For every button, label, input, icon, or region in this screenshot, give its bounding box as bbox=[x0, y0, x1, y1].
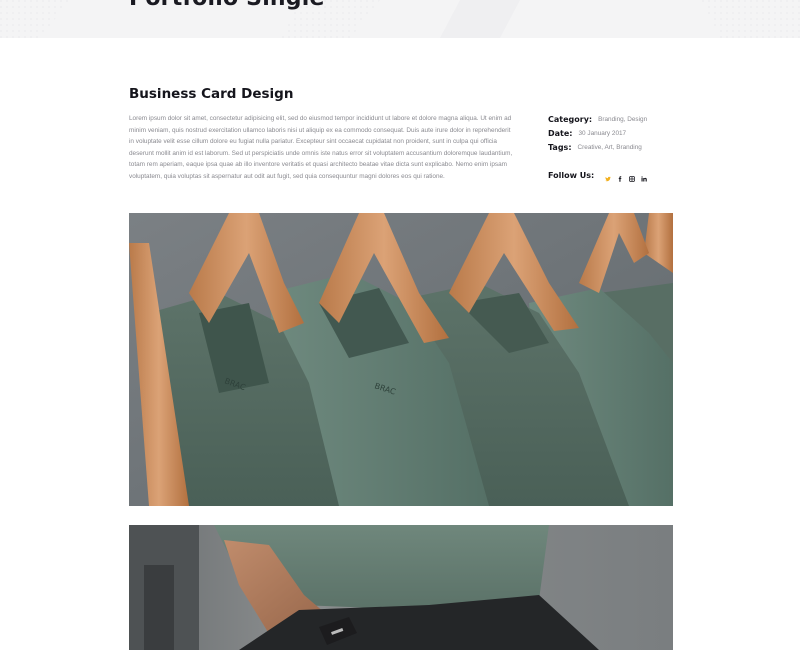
project-meta: Category: Branding, Design Date: 30 Janu… bbox=[548, 112, 688, 154]
banner-pattern bbox=[0, 0, 800, 38]
linkedin-icon[interactable] bbox=[638, 169, 650, 182]
twitter-icon[interactable] bbox=[602, 169, 614, 182]
page-header-banner: Portfolio Single bbox=[0, 0, 800, 38]
project-title: Business Card Design bbox=[129, 86, 294, 102]
person-in-green-tshirt-photo[interactable] bbox=[129, 525, 673, 650]
category-value[interactable]: Branding, Design bbox=[598, 116, 647, 123]
meta-tags: Tags: Creative, Art, Branding bbox=[548, 140, 688, 154]
tags-label: Tags: bbox=[548, 142, 572, 152]
facebook-icon[interactable] bbox=[614, 169, 626, 182]
t-shirts-on-hangers-photo[interactable]: BRAC BRAC bbox=[129, 213, 673, 506]
meta-category: Category: Branding, Design bbox=[548, 112, 688, 126]
project-description: Lorem ipsum dolor sit amet, consectetur … bbox=[129, 115, 513, 180]
date-label: Date: bbox=[548, 128, 573, 138]
follow-label: Follow Us: bbox=[548, 170, 595, 180]
tags-value[interactable]: Creative, Art, Branding bbox=[578, 144, 642, 151]
instagram-icon[interactable] bbox=[626, 169, 638, 182]
meta-date: Date: 30 January 2017 bbox=[548, 126, 688, 140]
follow-us: Follow Us: bbox=[548, 169, 650, 182]
date-value: 30 January 2017 bbox=[578, 129, 627, 137]
category-label: Category: bbox=[548, 114, 593, 124]
page-title: Portfolio Single bbox=[129, 0, 325, 11]
